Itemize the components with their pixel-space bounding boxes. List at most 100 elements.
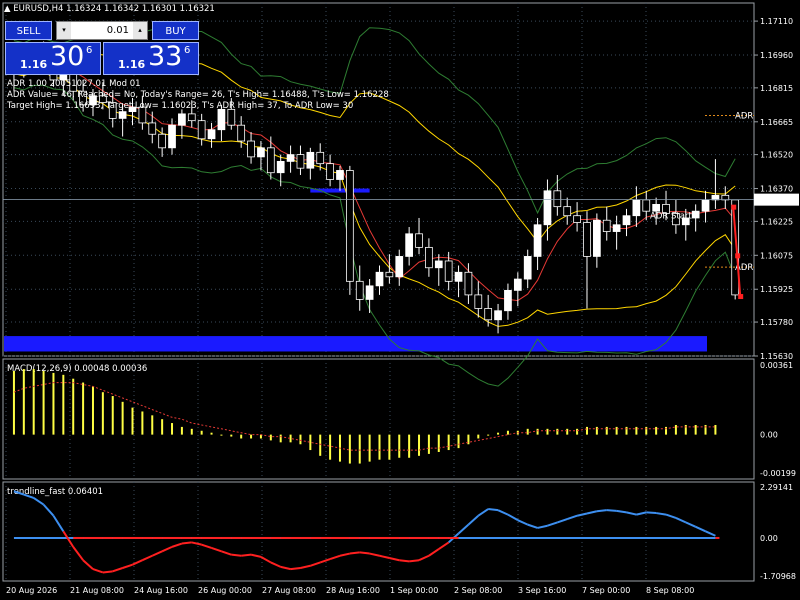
- trendline-segment: [399, 559, 410, 563]
- candle: [434, 254, 443, 286]
- trendline-segment: [241, 553, 252, 557]
- dropdown-triangle-icon[interactable]: ▲: [4, 4, 13, 14]
- buy-price-box[interactable]: 1.16 33 6: [103, 41, 199, 75]
- y-tick-label: 1.16960: [760, 51, 793, 60]
- macd-panel-frame: [2, 358, 755, 480]
- candle: [622, 208, 631, 237]
- trend-y-tick-label: 0.00: [760, 534, 778, 543]
- trendline-segment: [705, 530, 716, 537]
- trendline-segment: [675, 517, 687, 524]
- lot-increase-icon[interactable]: ▴: [133, 22, 147, 39]
- trendline-segment: [488, 508, 499, 512]
- candle: [612, 215, 621, 250]
- trendline-segment: [566, 514, 578, 521]
- trendline-segment: [42, 503, 55, 517]
- candle-bull: [523, 256, 532, 280]
- candle: [306, 147, 315, 180]
- macd-bar: [645, 426, 648, 435]
- macd-bar: [526, 428, 529, 435]
- x-tick-label: 2 Sep 08:00: [454, 586, 502, 595]
- buy-button[interactable]: BUY: [152, 21, 199, 40]
- trendline-segment: [201, 543, 212, 549]
- candle-bull: [711, 194, 720, 201]
- macd-bar: [655, 426, 658, 435]
- trend-panel-frame: [2, 481, 755, 582]
- trendline-segment: [82, 559, 94, 570]
- macd-bar: [497, 432, 500, 435]
- candle: [533, 217, 542, 271]
- candle: [365, 279, 374, 314]
- candle-bear: [385, 271, 394, 278]
- candle: [484, 294, 493, 327]
- candle: [642, 190, 651, 221]
- candle-bull: [652, 203, 660, 212]
- macd-bar: [368, 434, 371, 462]
- candle-bull: [494, 310, 502, 321]
- sell-button[interactable]: SELL: [5, 21, 52, 40]
- macd-bar: [674, 424, 677, 435]
- macd-bar: [121, 401, 124, 435]
- y-tick-label: 1.16665: [760, 118, 793, 127]
- candle-bear: [602, 219, 611, 232]
- candle-bull: [306, 151, 315, 169]
- trendline-segment: [339, 552, 351, 557]
- candle: [494, 303, 502, 334]
- candle-bull: [691, 210, 700, 219]
- buy-price-prefix: 1.16: [118, 58, 146, 71]
- sell-price-box[interactable]: 1.16 30 6: [5, 41, 101, 75]
- macd-bar: [279, 434, 282, 443]
- trendline-segment: [92, 568, 104, 574]
- candle: [425, 238, 433, 277]
- candle: [286, 145, 295, 173]
- trendline-segment: [665, 513, 677, 519]
- trendline-segment: [477, 508, 489, 517]
- candle-bull: [178, 113, 186, 126]
- candle: [375, 265, 384, 295]
- trendline-segment: [695, 525, 706, 533]
- y-tick-label: 1.16815: [760, 84, 793, 93]
- candle: [207, 122, 216, 148]
- macd-bar: [22, 369, 25, 435]
- candle: [454, 265, 463, 298]
- macd-bar: [457, 434, 460, 449]
- macd-bar: [62, 374, 65, 435]
- lot-size-field[interactable]: ▾ 0.01 ▴: [56, 21, 148, 40]
- trendline-chart[interactable]: trendline_fast 0.06401: [7, 487, 720, 574]
- candle: [583, 211, 591, 309]
- macd-bar: [151, 415, 154, 435]
- candle: [247, 131, 255, 164]
- trendline-segment: [537, 524, 548, 529]
- macd-bar: [111, 396, 114, 435]
- macd-chart[interactable]: MACD(12,26,9) 0.00048 0.00036: [7, 364, 717, 464]
- candle-bull: [632, 199, 641, 217]
- candle: [395, 249, 404, 286]
- macd-bar: [190, 428, 193, 435]
- sell-price-prefix: 1.16: [20, 58, 48, 71]
- candle-bull: [118, 111, 127, 119]
- candle: [632, 186, 641, 228]
- candle: [168, 118, 176, 155]
- candle: [266, 136, 275, 180]
- candle: [405, 227, 413, 266]
- adr-projection-point: [738, 294, 744, 300]
- symbol-timeframe: EURUSD,H4: [13, 4, 64, 14]
- candle-bear: [415, 233, 423, 248]
- macd-bar: [250, 434, 253, 439]
- macd-bar: [625, 426, 628, 435]
- macd-bar: [615, 426, 618, 435]
- trendline-segment: [300, 564, 311, 569]
- x-tick-label: 24 Aug 16:00: [134, 586, 188, 595]
- chart-title: ▲ EURUSD,H4 1.16324 1.16342 1.16301 1.16…: [4, 4, 215, 14]
- candle-bear: [563, 206, 572, 217]
- trendline-segment: [270, 561, 282, 568]
- trendline-segment: [389, 557, 400, 562]
- macd-y-tick-label: 0.00: [760, 431, 778, 440]
- candle-bull: [405, 233, 413, 257]
- macd-bar: [82, 382, 85, 435]
- lot-decrease-icon[interactable]: ▾: [57, 22, 71, 39]
- macd-bar: [556, 428, 559, 435]
- macd-bar: [546, 428, 549, 435]
- macd-bar: [101, 392, 104, 435]
- x-tick-label: 21 Aug 08:00: [70, 586, 124, 595]
- trendline-segment: [171, 542, 183, 548]
